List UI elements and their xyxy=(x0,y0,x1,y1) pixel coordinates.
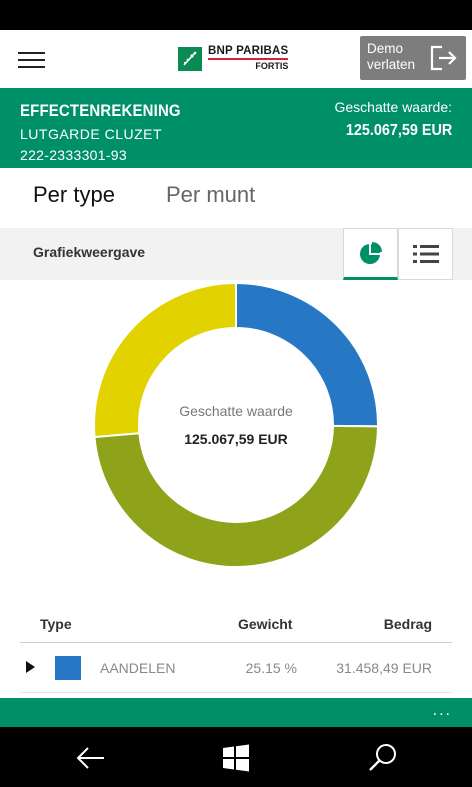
estimated-value: 125.067,59 EUR xyxy=(345,122,452,139)
system-nav-bar xyxy=(0,727,472,787)
logout-icon xyxy=(430,45,457,71)
status-bar xyxy=(0,0,472,30)
row-type: AANDELEN xyxy=(100,660,176,676)
column-weight: Gewicht xyxy=(238,616,293,632)
exit-demo-button[interactable]: Demo verlaten xyxy=(360,36,466,80)
back-arrow-icon[interactable] xyxy=(74,741,108,775)
table-row[interactable]: AANDELEN 25.15 % 31.458,49 EUR xyxy=(20,643,452,693)
list-view-toggle[interactable] xyxy=(398,228,453,280)
donut-chart: Geschatte waarde 125.067,59 EUR xyxy=(0,280,472,600)
chart-view-toggle[interactable] xyxy=(343,228,398,280)
estimated-value-label: Geschatte waarde: xyxy=(334,99,452,115)
list-icon xyxy=(412,245,439,263)
app-bar-bottom: ... xyxy=(0,698,472,727)
chart-view-label: Grafiekweergave xyxy=(33,244,146,260)
account-header: EFFECTENREKENING LUTGARDE CLUZET 222-233… xyxy=(0,88,472,168)
windows-icon[interactable] xyxy=(219,741,253,775)
column-type: Type xyxy=(40,616,72,632)
account-number: 222-2333301-93 xyxy=(20,147,127,163)
table-header: Type Gewicht Bedrag xyxy=(20,603,452,643)
logo-mark-icon xyxy=(178,47,202,71)
logo-line1: BNP PARIBAS xyxy=(208,45,289,57)
chart-center-label: Geschatte waarde xyxy=(179,403,293,419)
tab-per-type[interactable]: Per type xyxy=(33,182,115,208)
tab-bar: Per type Per munt xyxy=(0,168,472,228)
donut-segment-1[interactable] xyxy=(93,424,380,568)
allocation-table: Type Gewicht Bedrag AANDELEN 25.15 % 31.… xyxy=(20,603,452,693)
expand-arrow-icon[interactable] xyxy=(26,661,35,673)
exit-demo-label-line1: Demo xyxy=(367,41,404,56)
account-holder: LUTGARDE CLUZET xyxy=(20,126,163,142)
pie-icon xyxy=(359,242,382,264)
more-options-button[interactable]: ... xyxy=(433,702,452,720)
row-amount: 31.458,49 EUR xyxy=(336,660,432,676)
column-amount: Bedrag xyxy=(383,616,432,632)
menu-icon[interactable] xyxy=(18,52,45,68)
row-weight: 25.15 % xyxy=(245,660,297,676)
exit-demo-label-line2: verlaten xyxy=(367,57,416,72)
logo-line2: FORTIS xyxy=(208,58,289,72)
tab-per-munt[interactable]: Per munt xyxy=(166,182,255,208)
bnp-paribas-fortis-logo: BNP PARIBAS FORTIS xyxy=(178,45,289,72)
color-swatch xyxy=(55,656,81,680)
chart-center-value: 125.067,59 EUR xyxy=(184,431,288,447)
view-toggle-bar: Grafiekweergave xyxy=(0,228,472,280)
account-title: EFFECTENREKENING xyxy=(20,101,181,120)
search-icon[interactable] xyxy=(366,741,400,775)
